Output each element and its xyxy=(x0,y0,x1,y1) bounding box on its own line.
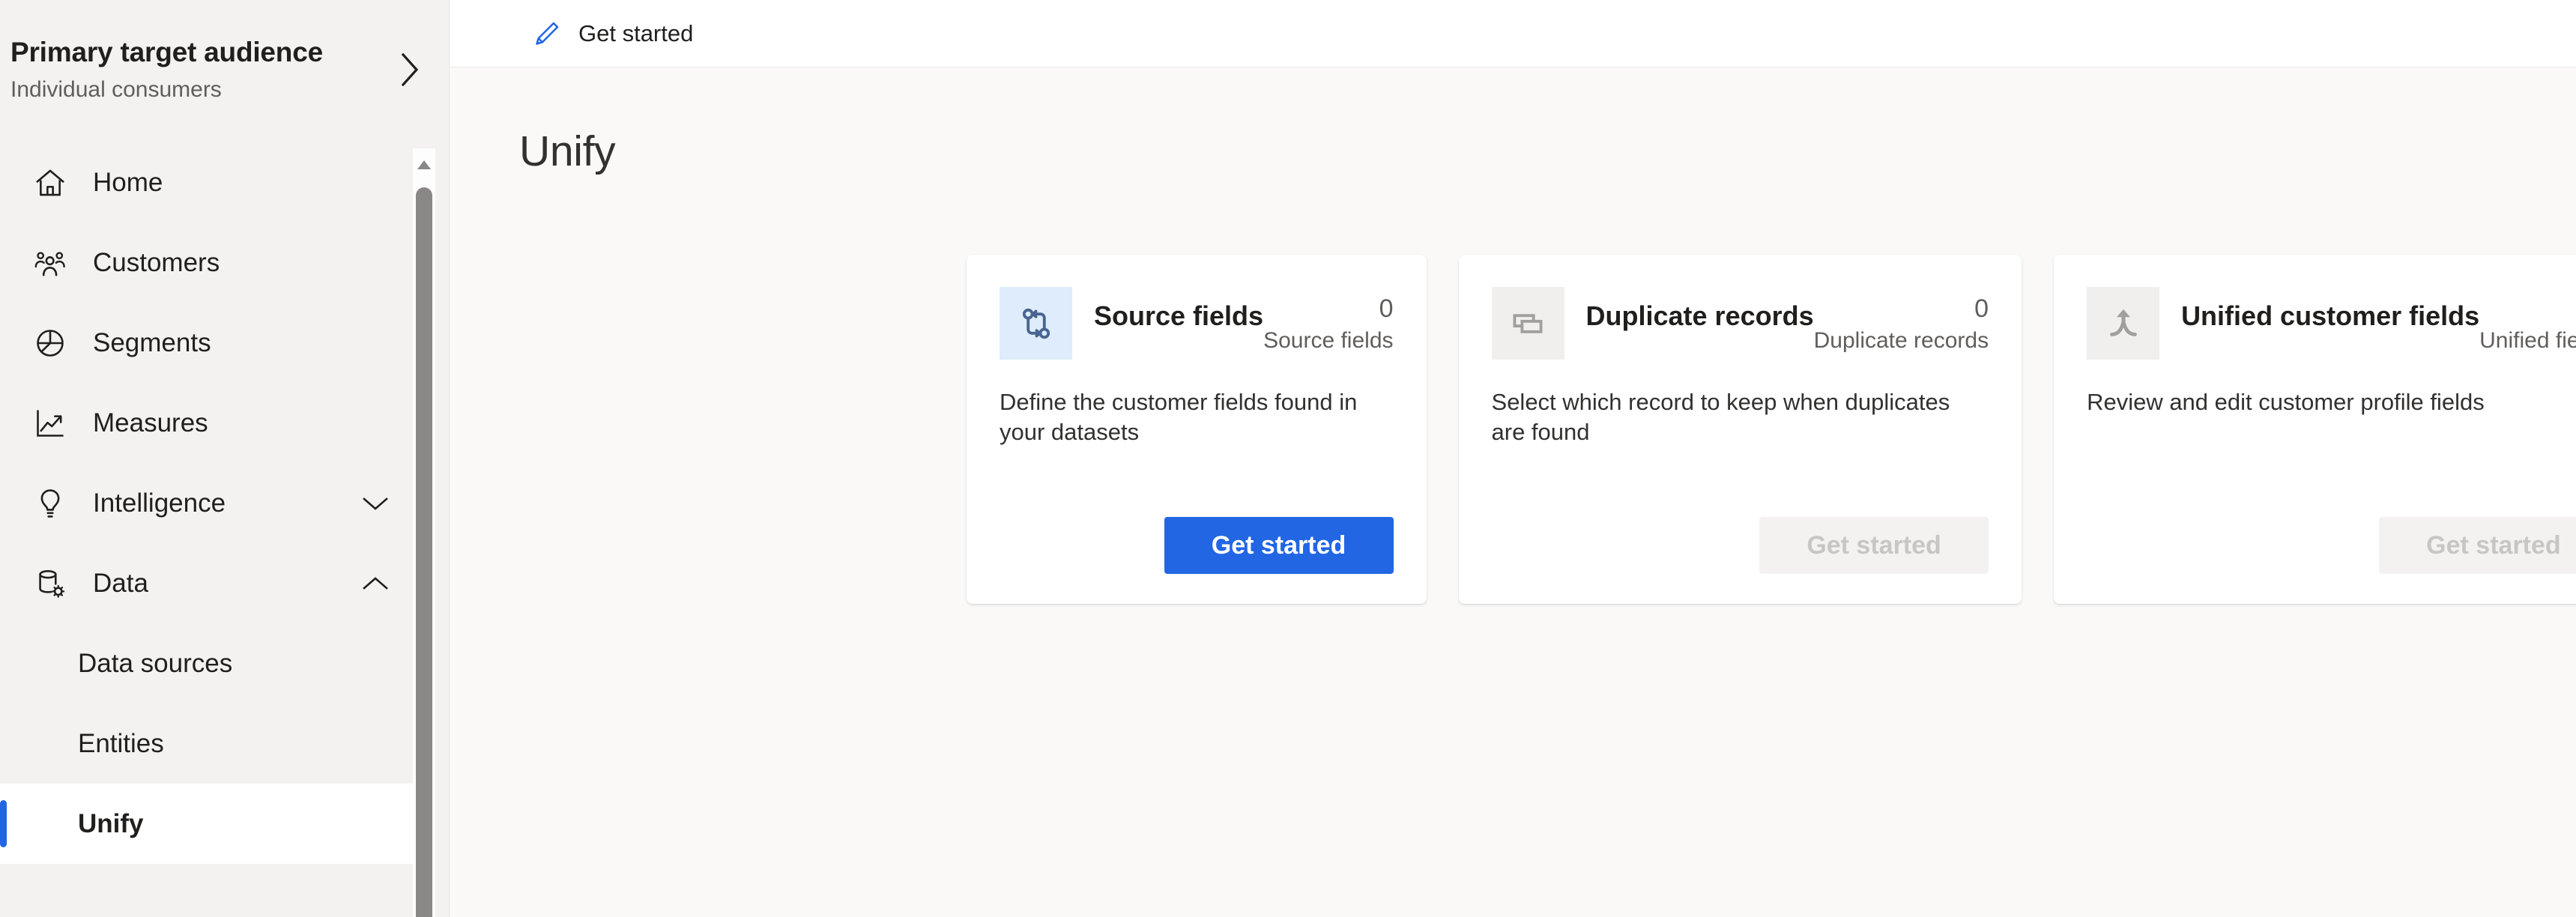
pencil-edit-icon xyxy=(530,17,563,50)
page-title: Unify xyxy=(519,127,616,175)
get-started-button[interactable]: Get started xyxy=(1164,517,1394,574)
chevron-right-icon[interactable] xyxy=(387,51,432,88)
customers-icon xyxy=(30,243,70,283)
card-actions: Get started xyxy=(1000,517,1394,574)
sidebar-scrollbar[interactable] xyxy=(413,148,435,917)
sidebar-item-label: Data sources xyxy=(78,648,233,678)
primary-target-audience-header[interactable]: Primary target audience Individual consu… xyxy=(0,0,450,139)
sidebar-item-entities[interactable]: Entities xyxy=(0,703,420,784)
sidebar-item-label: Unify xyxy=(78,808,144,838)
get-started-button[interactable]: Get started xyxy=(2378,517,2576,574)
sidebar-item-data[interactable]: Data xyxy=(0,543,420,623)
sidebar-item-home[interactable]: Home xyxy=(0,142,420,223)
sidebar-item-customers[interactable]: Customers xyxy=(0,223,420,303)
app-root: Primary target audience Individual consu… xyxy=(0,0,2576,917)
unify-cards: Source fields 0 Source fields Define the… xyxy=(967,255,2576,604)
sidebar-item-label: Entities xyxy=(78,728,164,758)
measures-icon xyxy=(30,403,70,444)
get-started-button[interactable]: Get started xyxy=(1759,517,1989,574)
card-count-label: Source fields xyxy=(1263,328,1394,354)
card-description: Define the customer fields found in your… xyxy=(1000,389,1358,446)
card-actions: Get started xyxy=(1492,517,1989,574)
chevron-up-icon[interactable] xyxy=(357,574,394,593)
card-count: 0 Duplicate records xyxy=(1814,290,1989,355)
card-header: Source fields 0 Source fields xyxy=(1000,287,1394,362)
sidebar-item-label: Segments xyxy=(93,327,211,357)
card-heading: Duplicate records xyxy=(1585,300,1814,331)
main-content: Get started Unify Source fields 0 Source… xyxy=(450,0,2576,917)
card-description: Review and edit customer profile fields xyxy=(2087,389,2485,415)
audience-subtitle: Individual consumers xyxy=(10,76,222,102)
card-count-value: 0 xyxy=(1974,294,1989,323)
source-fields-branch-icon xyxy=(1000,287,1072,360)
card-heading: Unified customer fields xyxy=(2181,300,2480,331)
sidebar-item-intelligence[interactable]: Intelligence xyxy=(0,463,420,543)
database-gear-icon xyxy=(30,563,70,604)
card-source-fields[interactable]: Source fields 0 Source fields Define the… xyxy=(967,255,1427,604)
sidebar: Primary target audience Individual consu… xyxy=(0,0,450,917)
card-count-label: Duplicate records xyxy=(1813,328,1989,354)
sidebar-item-label: Home xyxy=(93,167,163,197)
scroll-up-arrow-icon[interactable] xyxy=(413,148,435,181)
lightbulb-icon xyxy=(30,483,70,524)
card-duplicate-records[interactable]: Duplicate records 0 Duplicate records Se… xyxy=(1458,255,2022,604)
sidebar-item-data-sources[interactable]: Data sources xyxy=(0,623,420,703)
card-description: Select which record to keep when duplica… xyxy=(1491,389,1950,446)
command-bar: Get started xyxy=(450,0,2576,67)
sidebar-item-label: Data xyxy=(93,568,148,598)
scrollbar-thumb[interactable] xyxy=(416,187,432,917)
merge-arrow-icon xyxy=(2087,287,2160,360)
sidebar-item-label: Intelligence xyxy=(93,488,226,518)
command-button-label: Get started xyxy=(578,19,694,46)
sidebar-item-label: Customers xyxy=(93,247,220,277)
card-heading: Source fields xyxy=(1094,300,1264,331)
chevron-down-icon[interactable] xyxy=(357,494,394,513)
sidebar-nav: Home Customers Segments Measures Intelli… xyxy=(0,142,420,864)
sidebar-item-label: Measures xyxy=(93,408,208,438)
card-header: Unified customer fields 0 Unified fields xyxy=(2087,287,2576,362)
card-count-value: 0 xyxy=(1379,294,1394,323)
card-count: 0 Source fields xyxy=(1263,290,1393,355)
card-header: Duplicate records 0 Duplicate records xyxy=(1491,287,1989,362)
home-icon xyxy=(30,163,70,203)
segments-icon xyxy=(30,323,70,363)
card-count: 0 Unified fields xyxy=(2479,290,2576,355)
sidebar-item-segments[interactable]: Segments xyxy=(0,303,420,383)
card-actions: Get started xyxy=(2087,517,2576,574)
audience-texts: Primary target audience Individual consu… xyxy=(10,37,387,103)
sidebar-item-measures[interactable]: Measures xyxy=(0,383,420,463)
sidebar-item-unify[interactable]: Unify xyxy=(0,784,420,864)
card-count-value: 0 xyxy=(2479,294,2576,324)
get-started-command-button[interactable]: Get started xyxy=(520,7,704,60)
duplicate-records-icon xyxy=(1491,287,1564,360)
card-count-label: Unified fields xyxy=(2479,328,2576,354)
card-unified-customer-fields[interactable]: Unified customer fields 0 Unified fields… xyxy=(2054,255,2576,604)
audience-title: Primary target audience xyxy=(10,36,323,67)
